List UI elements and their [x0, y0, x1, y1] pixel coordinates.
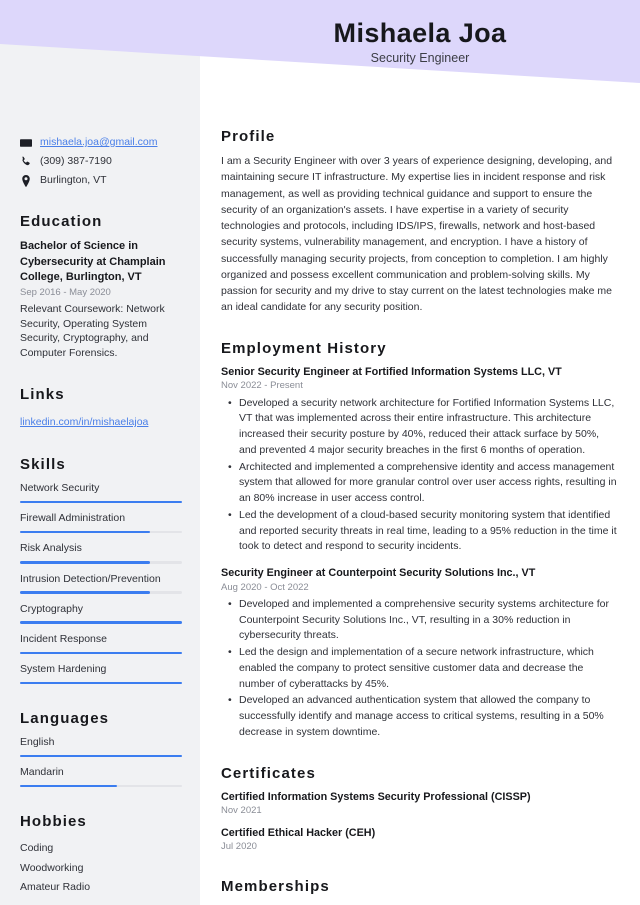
job-bullet: Developed a security network architectur… [221, 396, 618, 459]
profile-heading: Profile [221, 128, 276, 145]
certificate-title: Certified Information Systems Security P… [221, 790, 531, 803]
sidebar: mishaela.joa@gmail.com (309) 387-7190 Bu… [0, 0, 200, 898]
skill-bar-fill [20, 561, 150, 564]
skill-bar-track [20, 500, 182, 504]
job-bullet: Led the development of a cloud-based sec… [221, 508, 618, 555]
education-date: Sep 2016 - May 2020 [20, 286, 111, 298]
email-link[interactable]: mishaela.joa@gmail.com [40, 136, 157, 149]
certificate-entry: Certified Ethical Hacker (CEH) Jul 2020 [221, 826, 618, 854]
location-value: Burlington, VT [40, 174, 107, 187]
job-date: Aug 2020 - Oct 2022 [221, 581, 309, 593]
education-description: Relevant Coursework: Network Security, O… [20, 303, 165, 359]
skill-label: Intrusion Detection/Prevention [20, 572, 161, 585]
skill-bar-fill [20, 591, 150, 594]
certificate-entry: Certified Information Systems Security P… [221, 790, 618, 818]
skill-item: Cryptography [20, 603, 182, 624]
certificate-date: Jul 2020 [221, 841, 257, 853]
skill-label: Incident Response [20, 632, 107, 645]
skill-bar-fill [20, 621, 182, 624]
skill-label: Risk Analysis [20, 542, 82, 555]
job-bullet: Led the design and implementation of a s… [221, 645, 618, 692]
skill-bar-track [20, 621, 182, 624]
skill-label: Firewall Administration [20, 512, 126, 525]
certificate-date: Nov 2021 [221, 805, 262, 817]
contact-phone-row: (309) 387-7190 [20, 155, 182, 168]
language-item: Mandarin [20, 766, 182, 788]
skills-heading: Skills [20, 456, 66, 474]
hobbies-heading: Hobbies [20, 813, 87, 831]
profile-text: I am a Security Engineer with over 3 yea… [221, 155, 613, 314]
skill-item: Intrusion Detection/Prevention [20, 573, 182, 594]
language-label: Mandarin [20, 766, 64, 779]
language-bar-fill [20, 784, 118, 788]
job-bullets: Developed and implemented a comprehensiv… [221, 597, 618, 741]
skill-bar-track [20, 530, 182, 534]
job-bullet: Developed and implemented a comprehensiv… [221, 597, 618, 644]
language-item: English [20, 736, 182, 758]
contact-email-row[interactable]: mishaela.joa@gmail.com [20, 136, 182, 149]
skill-item: Network Security [20, 482, 182, 504]
header: Mishaela Joa Security Engineer [200, 18, 640, 66]
hobby-item: Woodworking [20, 861, 84, 874]
hobby-item: Amateur Radio [20, 881, 91, 894]
phone-value: (309) 387-7190 [40, 155, 112, 168]
job-bullet: Developed an advanced authentication sys… [221, 693, 618, 740]
skill-bar-fill [20, 530, 150, 534]
skill-label: Network Security [20, 482, 100, 495]
skill-bar-fill [20, 500, 182, 504]
skill-bar-track [20, 561, 182, 564]
education-title: Bachelor of Science in Cybersecurity at … [20, 240, 166, 283]
phone-icon [20, 156, 32, 168]
skill-item: Firewall Administration [20, 512, 182, 534]
main-content: Profile I am a Security Engineer with ov… [200, 0, 640, 903]
languages-heading: Languages [20, 710, 110, 728]
language-bar-fill [20, 754, 182, 758]
job-title: Security Engineer at Counterpoint Securi… [221, 567, 536, 580]
skill-bar-track [20, 651, 182, 655]
skill-item: Incident Response [20, 632, 182, 655]
job-title: Senior Security Engineer at Fortified In… [221, 365, 562, 378]
memberships-heading: Memberships [221, 877, 330, 895]
job-bullets: Developed a security network architectur… [221, 396, 618, 556]
skill-bar-track [20, 591, 182, 594]
job-entry: Security Engineer at Counterpoint Securi… [221, 566, 618, 741]
candidate-name: Mishaela Joa [333, 18, 507, 48]
job-date: Nov 2022 - Present [221, 380, 303, 392]
certificates-heading: Certificates [221, 764, 316, 782]
skill-bar-fill [20, 681, 182, 685]
employment-heading: Employment History [221, 339, 387, 357]
education-heading: Education [20, 213, 103, 231]
language-bar-track [20, 784, 182, 788]
map-pin-icon [20, 174, 32, 187]
envelope-icon [20, 137, 32, 149]
links-heading: Links [20, 386, 65, 404]
linkedin-link[interactable]: linkedin.com/in/mishaelajoa [20, 416, 148, 428]
job-entry: Senior Security Engineer at Fortified In… [221, 365, 618, 555]
language-bar-track [20, 754, 182, 758]
skill-bar-fill [20, 651, 182, 655]
skill-label: Cryptography [20, 602, 84, 615]
certificate-title: Certified Ethical Hacker (CEH) [221, 826, 376, 839]
language-label: English [20, 736, 55, 749]
resume-page: Mishaela Joa Security Engineer mishaela.… [0, 0, 640, 905]
skill-bar-track [20, 681, 182, 685]
contact-location-row: Burlington, VT [20, 174, 182, 187]
skill-item: Risk Analysis [20, 542, 182, 564]
skill-item: System Hardening [20, 663, 182, 685]
job-bullet: Architected and implemented a comprehens… [221, 460, 618, 507]
candidate-role: Security Engineer [370, 51, 470, 66]
hobby-item: Coding [20, 842, 54, 855]
skill-label: System Hardening [20, 663, 107, 676]
education-entry: Bachelor of Science in Cybersecurity at … [20, 239, 182, 360]
